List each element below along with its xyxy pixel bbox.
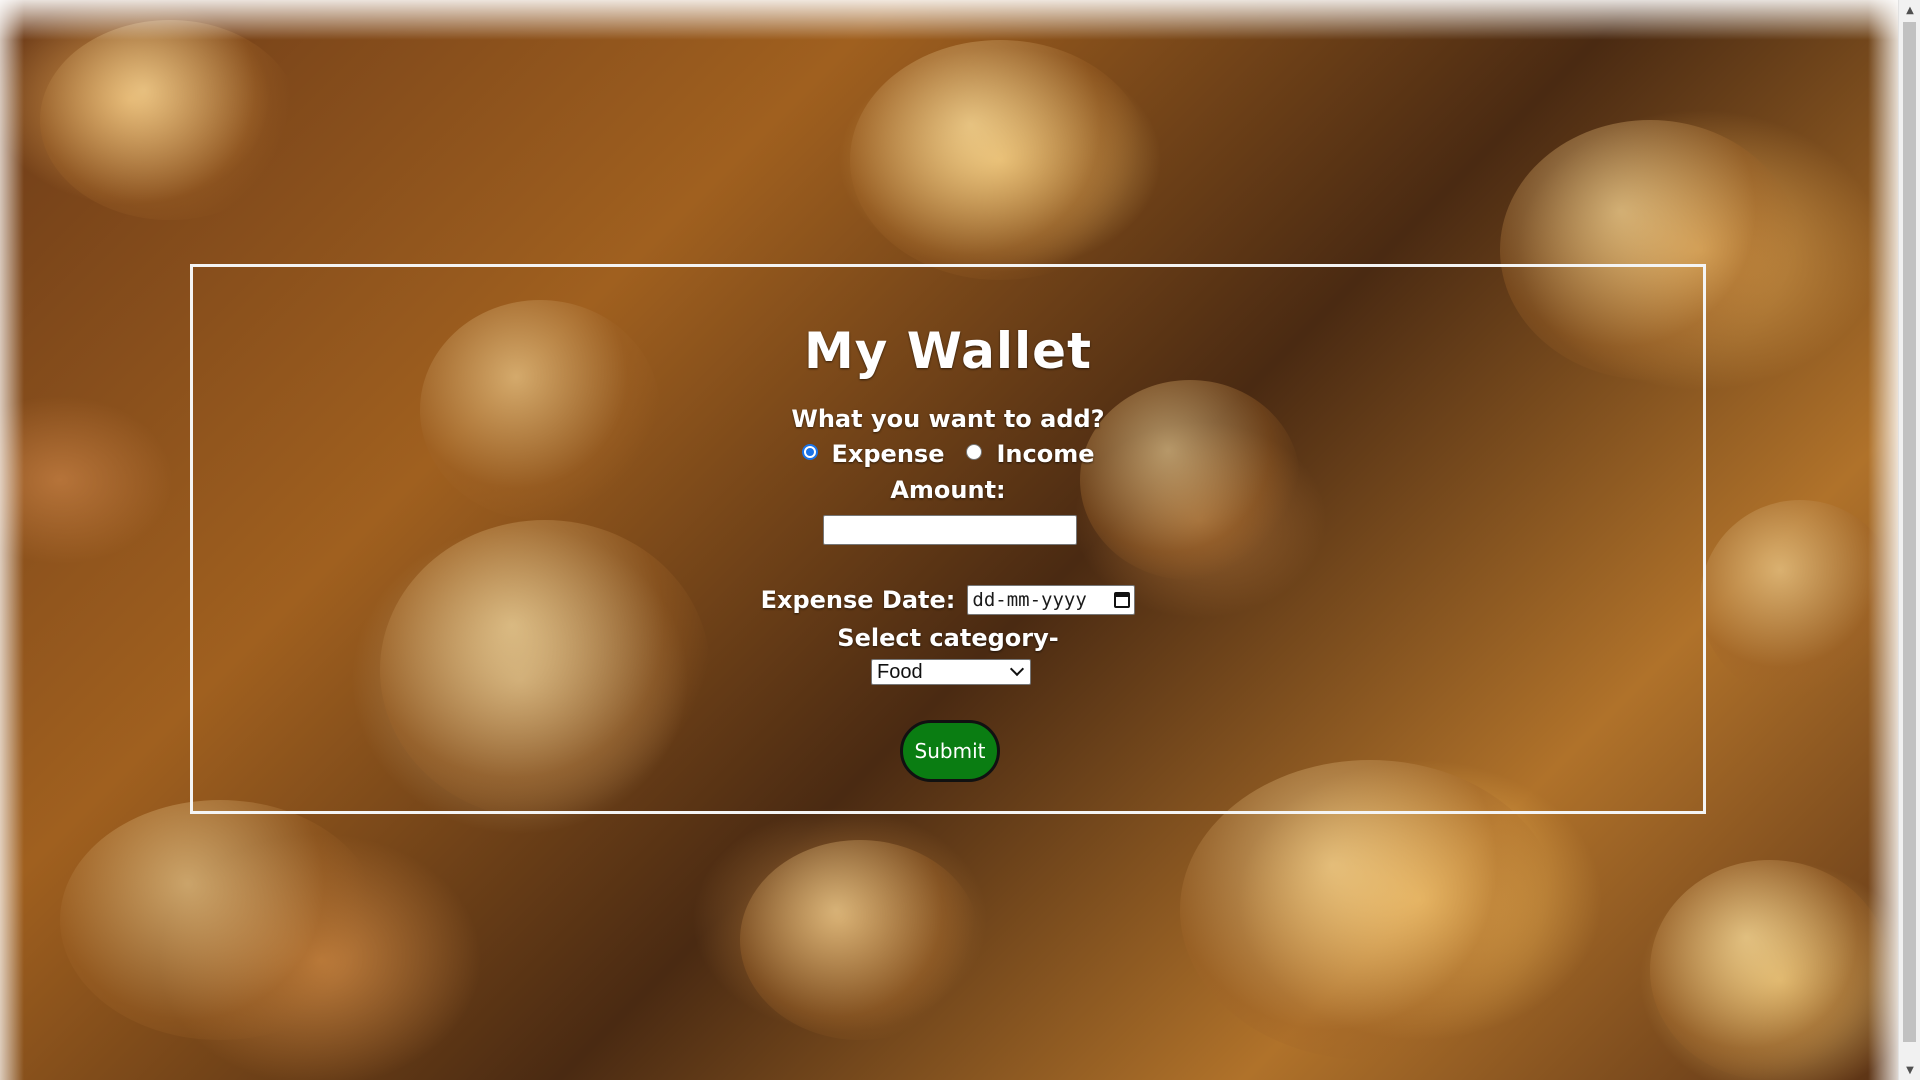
chevron-down-icon [1009, 661, 1025, 677]
right-fade [1868, 0, 1898, 1080]
vertical-scrollbar[interactable]: ▲ ▼ [1898, 0, 1920, 1080]
calendar-icon[interactable] [1114, 592, 1131, 608]
category-select[interactable]: Food [871, 659, 1031, 685]
income-radio[interactable] [966, 444, 983, 460]
date-row: Expense Date: dd-mm-yyyy [193, 583, 1703, 617]
income-radio-label[interactable]: Income [996, 439, 1094, 469]
amount-label: Amount: [890, 476, 1006, 504]
date-input[interactable]: dd-mm-yyyy [967, 585, 1136, 615]
expense-radio[interactable] [801, 444, 818, 460]
left-fade [0, 0, 24, 1080]
top-fade [0, 0, 1898, 40]
scroll-up-arrow-icon[interactable]: ▲ [1899, 0, 1920, 20]
wallet-panel: My Wallet What you want to add? Expense … [190, 264, 1706, 814]
amount-input[interactable] [823, 515, 1077, 545]
type-question: What you want to add? [791, 405, 1105, 433]
page-title: My Wallet [804, 322, 1092, 380]
category-selected-value: Food [877, 660, 923, 683]
scroll-down-arrow-icon[interactable]: ▼ [1899, 1060, 1920, 1080]
type-radio-group: Expense Income [193, 439, 1703, 469]
date-label: Expense Date: [760, 586, 956, 614]
category-label: Select category- [837, 624, 1059, 652]
submit-button[interactable]: Submit [900, 720, 1000, 782]
scroll-thumb[interactable] [1903, 22, 1916, 1042]
expense-radio-label[interactable]: Expense [832, 439, 945, 469]
date-placeholder: dd-mm-yyyy [972, 589, 1087, 611]
